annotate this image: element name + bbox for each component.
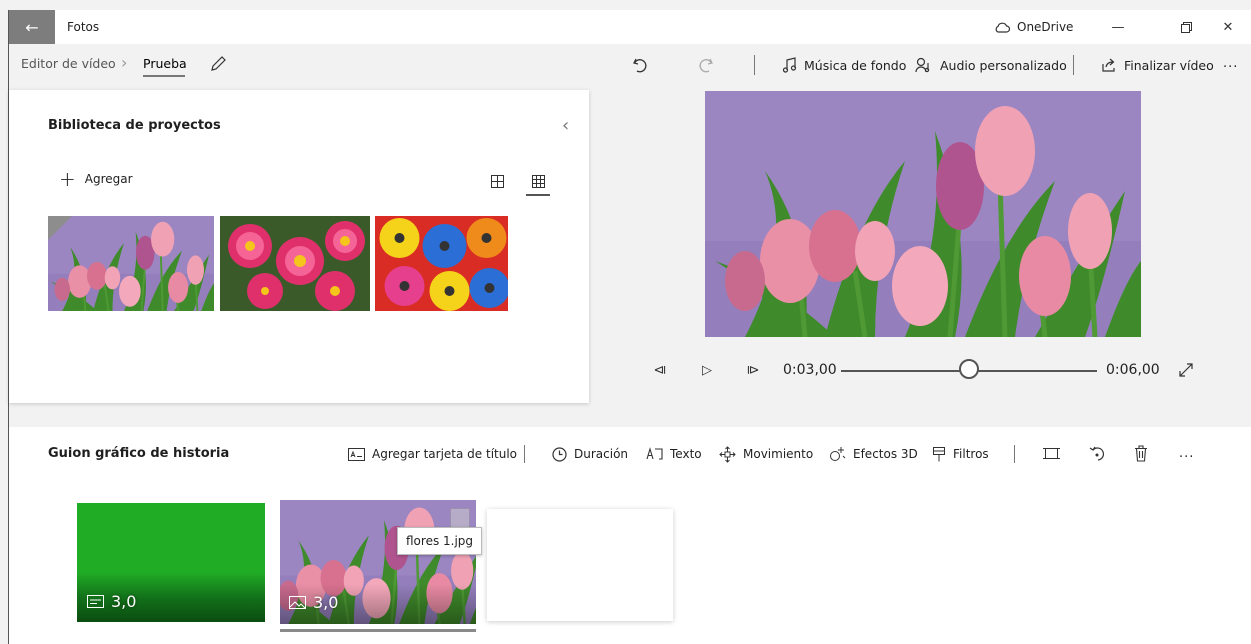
- 3d-effects-button[interactable]: Efectos 3D: [829, 437, 918, 471]
- collapse-chevron-left-icon[interactable]: ‹: [562, 115, 569, 136]
- add-media-button[interactable]: + Agregar: [59, 167, 133, 191]
- music-note-icon: [783, 57, 797, 73]
- finish-video-button[interactable]: Finalizar vídeo: [1101, 44, 1214, 86]
- back-arrow-icon: ←: [25, 17, 39, 37]
- grid-small-icon: [531, 174, 545, 188]
- breadcrumb-video-editor[interactable]: Editor de vídeo: [21, 44, 116, 86]
- breadcrumb-project-name[interactable]: Prueba: [143, 44, 187, 86]
- library-thumbnail-tulips[interactable]: [48, 216, 214, 311]
- view-selected-underline: [526, 194, 550, 196]
- clock-icon: [552, 446, 567, 462]
- custom-audio-button[interactable]: Audio personalizado: [915, 44, 1067, 86]
- share-export-icon: [1102, 58, 1115, 72]
- toolbar-separator: [754, 55, 755, 75]
- finish-video-label: Finalizar vídeo: [1124, 57, 1214, 73]
- trash-delete-icon[interactable]: [1134, 445, 1148, 462]
- add-title-card-button[interactable]: Agregar tarjeta de título: [348, 437, 517, 471]
- undo-icon[interactable]: [631, 56, 649, 74]
- text-box-icon: [646, 447, 663, 460]
- storyboard-separator: [1014, 445, 1015, 463]
- duration-label: Duración: [574, 447, 629, 461]
- app-title: Fotos: [67, 20, 100, 34]
- storyboard-more-button[interactable]: ...: [1179, 446, 1194, 461]
- small-grid-view-button[interactable]: [527, 170, 549, 192]
- storyboard-title: Guion gráfico de historia: [48, 446, 230, 461]
- title-card-icon: [87, 595, 104, 608]
- storyboard-card-image[interactable]: 3,0: [280, 500, 476, 624]
- library-thumbnail-gerberas[interactable]: [375, 216, 508, 311]
- close-button[interactable]: ✕: [1205, 10, 1251, 44]
- editor-toolbar: Editor de vídeo › Prueba Música de fondo…: [9, 44, 1251, 86]
- storyboard-panel: Guion gráfico de historia Agregar tarjet…: [9, 427, 1251, 644]
- motion-button[interactable]: Movimiento: [719, 437, 813, 471]
- custom-audio-label: Audio personalizado: [940, 57, 1067, 73]
- card-duration: 3,0: [313, 593, 339, 612]
- storyboard-empty-slot[interactable]: [487, 509, 673, 621]
- used-corner-marker: [48, 216, 72, 240]
- card-duration-badge: 3,0: [87, 592, 136, 611]
- back-button[interactable]: ←: [9, 10, 55, 44]
- project-library-panel: Biblioteca de proyectos ‹ + Agregar: [9, 90, 589, 403]
- card-select-checkbox[interactable]: [450, 508, 470, 528]
- seek-bar-thumb[interactable]: [959, 359, 979, 379]
- chevron-right-icon: ›: [121, 53, 128, 72]
- current-time: 0:03,00: [783, 362, 837, 378]
- motion-arrows-icon: [719, 445, 736, 463]
- gerberas-image: [375, 216, 508, 311]
- grid-large-icon: [490, 174, 504, 188]
- filters-label: Filtros: [953, 447, 989, 461]
- breadcrumb-underline: [143, 75, 185, 77]
- plus-icon: +: [59, 167, 76, 191]
- sparkle-3d-icon: [830, 446, 846, 461]
- fullscreen-expand-icon[interactable]: [1178, 362, 1194, 378]
- background-music-label: Música de fondo: [804, 57, 907, 73]
- library-thumbnail-pink-daisies[interactable]: [220, 216, 370, 311]
- title-bar: ← Fotos OneDrive — ✕: [9, 10, 1251, 44]
- image-icon: [289, 596, 306, 609]
- preview-tulips-image: [705, 91, 1141, 337]
- close-icon: ✕: [1222, 19, 1234, 35]
- filter-brush-icon: [933, 446, 945, 461]
- card-filename-tooltip: flores 1.jpg: [397, 527, 483, 555]
- cloud-icon: [995, 22, 1010, 33]
- playback-controls: ⧏ ▷ ⧐ 0:03,00 0:06,00: [640, 352, 1200, 388]
- text-button[interactable]: Texto: [646, 437, 702, 471]
- onedrive-button[interactable]: OneDrive: [994, 10, 1073, 44]
- redo-icon[interactable]: [697, 56, 715, 74]
- card-duration-badge: 3,0: [289, 593, 338, 612]
- previous-frame-icon[interactable]: ⧏: [650, 352, 670, 388]
- restore-icon: [1180, 21, 1192, 33]
- resize-crop-icon[interactable]: [1043, 446, 1060, 461]
- title-card-icon: [348, 447, 365, 461]
- restore-button[interactable]: [1163, 10, 1209, 44]
- add-label: Agregar: [84, 172, 133, 186]
- onedrive-label: OneDrive: [1017, 20, 1074, 34]
- more-options-button[interactable]: ...: [1223, 44, 1238, 86]
- motion-label: Movimiento: [743, 447, 814, 461]
- person-audio-icon: [915, 57, 930, 73]
- duration-button[interactable]: Duración: [552, 437, 628, 471]
- pink-daisies-image: [220, 216, 370, 311]
- storyboard-separator: [524, 445, 525, 463]
- toolbar-separator: [1073, 55, 1074, 75]
- add-title-card-label: Agregar tarjeta de título: [372, 447, 518, 461]
- 3d-effects-label: Efectos 3D: [853, 447, 918, 461]
- large-grid-view-button[interactable]: [486, 170, 508, 192]
- project-library-title: Biblioteca de proyectos: [48, 118, 221, 133]
- total-time: 0:06,00: [1106, 362, 1160, 378]
- card-duration: 3,0: [111, 592, 137, 611]
- filters-button[interactable]: Filtros: [932, 437, 989, 471]
- minimize-button[interactable]: —: [1095, 10, 1141, 44]
- card-selected-indicator: [280, 629, 476, 632]
- rotate-icon[interactable]: [1089, 445, 1105, 462]
- rename-pencil-icon[interactable]: [209, 55, 227, 73]
- video-preview: [705, 91, 1141, 337]
- background-music-button[interactable]: Música de fondo: [783, 44, 906, 86]
- tulips-image: [48, 216, 214, 311]
- storyboard-card-title-card[interactable]: 3,0: [77, 503, 265, 622]
- play-icon[interactable]: ▷: [697, 352, 717, 388]
- next-frame-icon[interactable]: ⧐: [743, 352, 763, 388]
- minimize-icon: —: [1111, 19, 1125, 35]
- text-label: Texto: [670, 447, 702, 461]
